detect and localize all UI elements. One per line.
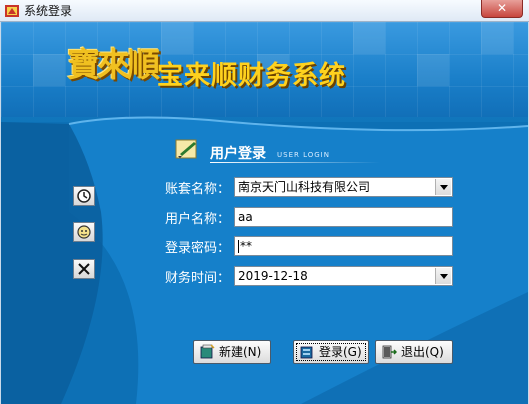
text-caret [238, 240, 239, 253]
cross-icon [78, 263, 90, 275]
window-title: 系统登录 [24, 4, 73, 18]
account-label: 账套名称： [165, 182, 231, 197]
user-label: 用户名称： [165, 212, 231, 227]
login-dialog: 寶來順 宝来顺财务系统 用户登录 USER LOGIN 账套名称： 南京天门山科… [1, 22, 528, 404]
exit-button[interactable]: 退出(Q) [375, 340, 453, 364]
login-button-label: 登录(G) [319, 345, 362, 359]
company-logo: 寶來順 [67, 32, 160, 90]
chevron-down-icon[interactable] [435, 179, 451, 195]
header-divider [210, 162, 380, 163]
login-note-icon [175, 139, 197, 159]
close-icon: ✕ [496, 1, 508, 15]
account-select[interactable]: 南京天门山科技有限公司 [234, 177, 453, 197]
cancel-button[interactable] [73, 259, 95, 279]
new-button-label: 新建(N) [219, 345, 262, 359]
settings-button[interactable] [73, 222, 95, 242]
clock-icon [77, 189, 91, 203]
close-button[interactable]: ✕ [481, 0, 523, 18]
title-bar: 系统登录 ✕ [0, 0, 529, 22]
date-select[interactable]: 2019-12-18 [234, 266, 453, 286]
login-subtitle: USER LOGIN [277, 151, 330, 159]
app-logo-icon [5, 5, 19, 17]
date-value: 2019-12-18 [238, 269, 308, 283]
exit-button-label: 退出(Q) [401, 345, 444, 359]
user-input[interactable]: aa [234, 207, 453, 227]
login-button[interactable]: 登录(G) [293, 340, 369, 364]
clock-button[interactable] [73, 186, 95, 206]
date-label: 财务时间： [165, 271, 231, 286]
logo-text: 寶來順 [67, 45, 160, 84]
user-value: aa [238, 210, 253, 224]
account-value: 南京天门山科技有限公司 [238, 180, 371, 194]
system-name: 宝来顺财务系统 [157, 61, 347, 91]
password-input[interactable]: ** [234, 236, 453, 256]
new-book-icon [200, 344, 215, 359]
login-title: 用户登录 [210, 146, 266, 162]
gear-face-icon [77, 225, 91, 239]
chevron-down-icon[interactable] [435, 268, 451, 284]
login-book-icon [300, 346, 313, 359]
password-value: ** [240, 239, 252, 253]
password-label: 登录密码： [165, 241, 231, 256]
new-button[interactable]: 新建(N) [193, 340, 271, 364]
exit-door-icon [382, 345, 397, 359]
